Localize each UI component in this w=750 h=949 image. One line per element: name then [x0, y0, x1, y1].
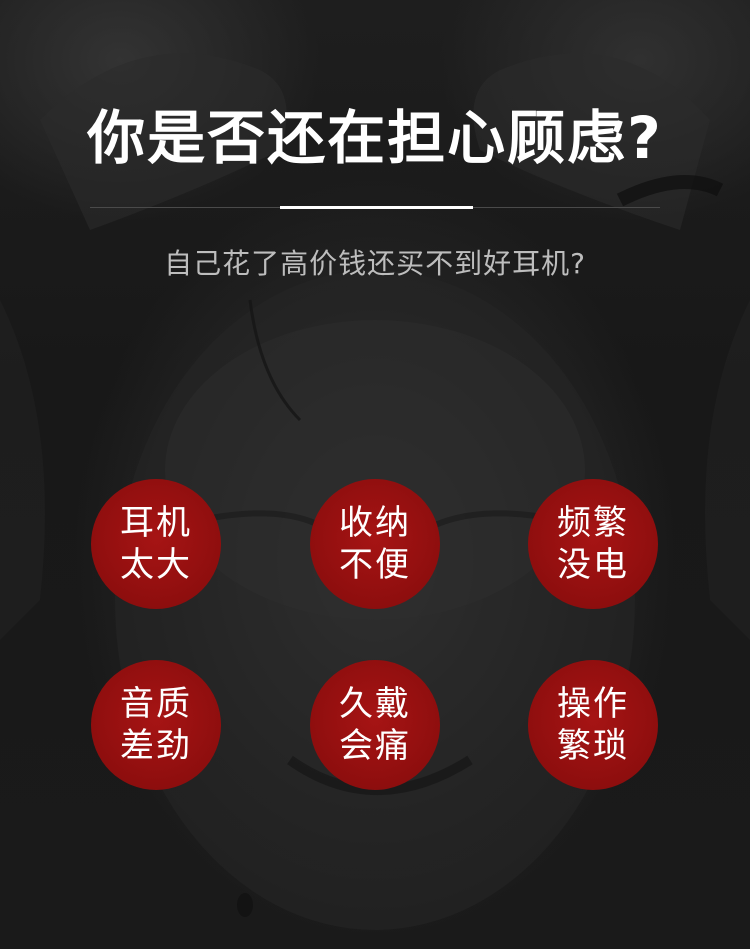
concern-label-line2: 会痛: [339, 726, 411, 766]
concern-badge-storage: 收纳 不便: [310, 479, 440, 609]
concern-label-line2: 差劲: [120, 726, 192, 766]
concern-label-line1: 频繁: [557, 503, 629, 543]
concern-badge-battery: 频繁 没电: [528, 479, 658, 609]
page-subtitle: 自己花了高价钱还买不到好耳机?: [164, 247, 586, 280]
concern-badge-operation: 操作 繁琐: [528, 660, 658, 790]
concern-badge-size: 耳机 太大: [91, 479, 221, 609]
concern-label-line1: 耳机: [120, 503, 192, 543]
concern-label-line1: 操作: [557, 684, 629, 724]
concern-badge-comfort: 久戴 会痛: [310, 660, 440, 790]
concern-label-line1: 久戴: [339, 684, 411, 724]
concern-label-line1: 音质: [120, 684, 192, 724]
concern-label-line1: 收纳: [339, 503, 411, 543]
concern-label-line2: 繁琐: [557, 726, 629, 766]
concern-label-line2: 没电: [557, 545, 629, 585]
page-title: 你是否还在担心顾虑?: [87, 104, 663, 172]
concern-label-line2: 太大: [120, 545, 192, 585]
divider-accent: [280, 206, 473, 209]
concern-badge-sound: 音质 差劲: [91, 660, 221, 790]
promo-page: 你是否还在担心顾虑? 自己花了高价钱还买不到好耳机? 耳机 太大 收纳 不便 频…: [0, 0, 750, 949]
concern-label-line2: 不便: [339, 545, 411, 585]
